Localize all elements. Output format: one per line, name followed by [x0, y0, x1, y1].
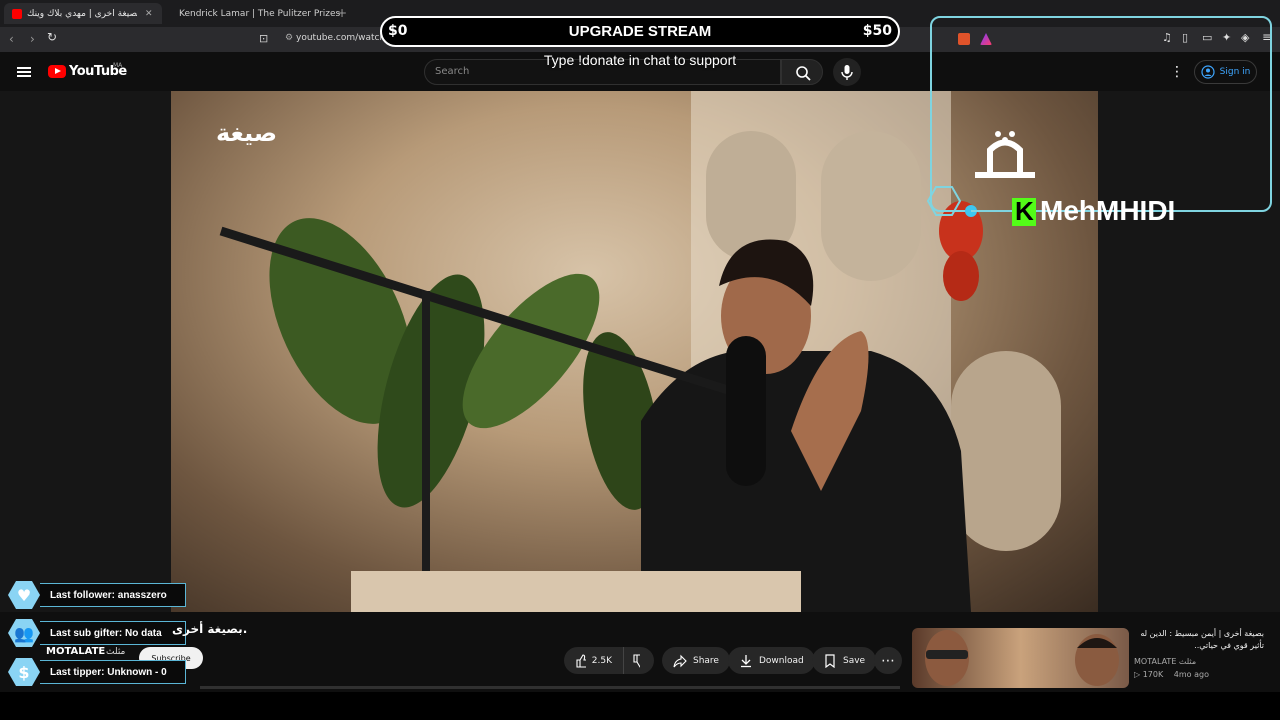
last-sub-gifter-text: Last sub gifter: No data: [40, 621, 186, 645]
download-button[interactable]: Download: [728, 647, 815, 674]
recommended-views: 170K: [1142, 670, 1164, 679]
dollar-icon: $: [8, 658, 40, 686]
like-button[interactable]: 2.5K: [564, 647, 623, 674]
last-follower-text: Last follower: anasszero: [40, 583, 186, 607]
close-tab-icon[interactable]: ✕: [145, 9, 153, 19]
voice-search-button[interactable]: [833, 58, 861, 86]
download-label: Download: [759, 655, 804, 666]
taskbar-strip: [0, 686, 1280, 720]
recommended-title[interactable]: بصيغة أخرى | أيمن مبسيط : الدين له تأثير…: [1134, 628, 1264, 652]
recommended-meta: ▷ 170K 4mo ago: [1134, 670, 1209, 679]
recommended-age: 4mo ago: [1173, 670, 1209, 679]
recommended-thumbnail[interactable]: [912, 628, 1129, 688]
play-small-icon: ▷: [1134, 670, 1143, 679]
goal-title: UPGRADE STREAM: [568, 23, 712, 40]
last-tipper-widget: $ Last tipper: Unknown - 0: [8, 658, 186, 686]
back-icon[interactable]: ‹: [9, 32, 14, 46]
tab-kendrick[interactable]: Kendrick Lamar | The Pulitzer Prizes: [166, 3, 340, 24]
thumbs-down-icon: [633, 653, 640, 668]
youtube-logo-icon[interactable]: [48, 65, 66, 78]
donate-message: Type !donate in chat to support: [543, 52, 737, 68]
dislike-button[interactable]: [623, 647, 654, 674]
microphone-icon: [841, 65, 853, 80]
forward-icon[interactable]: ›: [30, 32, 35, 46]
share-icon: [673, 654, 687, 667]
tab-title: بصيغة أخرى | مهدي بلاك وينك: [27, 8, 137, 19]
download-icon: [741, 654, 751, 667]
scrollbar-track[interactable]: [200, 686, 900, 689]
channel-name[interactable]: MOTALATE: [46, 646, 105, 657]
reload-icon[interactable]: ↻: [47, 30, 57, 44]
site-info-icon[interactable]: ⚙: [285, 33, 293, 43]
stream-goal-bar: $0 UPGRADE STREAM $50: [380, 16, 900, 47]
like-count: 2.5K: [591, 655, 612, 666]
bookmark-save-icon: [825, 653, 835, 668]
video-title: بصيغة أخرى.: [172, 622, 248, 636]
share-label: Share: [693, 655, 719, 666]
search-placeholder: Search: [435, 66, 470, 77]
more-actions-icon[interactable]: ⋯: [874, 647, 902, 674]
last-tipper-text: Last tipper: Unknown - 0: [40, 660, 186, 684]
tab-youtube[interactable]: بصيغة أخرى | مهدي بلاك وينك ✕: [4, 3, 162, 24]
show-logo: صيغة: [216, 119, 278, 147]
save-label: Save: [843, 655, 866, 666]
channel-name-arabic: مثلث: [106, 647, 126, 657]
last-follower-widget: ♥ Last follower: anasszero: [8, 581, 186, 609]
recommended-thumbnail-image: [925, 630, 1119, 686]
heart-icon: ♥: [8, 581, 40, 609]
users-icon: 👥: [8, 619, 40, 647]
hamburger-menu-icon[interactable]: [17, 67, 31, 77]
recommended-channel[interactable]: MOTALATE مثلث: [1134, 657, 1196, 666]
bookmark-icon[interactable]: ⊡: [259, 32, 268, 45]
new-tab-icon[interactable]: +: [337, 6, 347, 20]
last-sub-gifter-widget: 👥 Last sub gifter: No data: [8, 619, 186, 647]
save-button[interactable]: Save: [812, 647, 877, 674]
region-code: MA: [113, 62, 123, 69]
goal-target: $50: [862, 23, 892, 39]
video-letterbox-left: [0, 91, 171, 612]
tab-title: Kendrick Lamar | The Pulitzer Prizes: [179, 8, 341, 19]
share-button[interactable]: Share: [662, 647, 730, 674]
thumbs-up-icon: [576, 653, 586, 668]
channel-emblem-icon: [975, 131, 1035, 178]
youtube-favicon-icon: [12, 8, 22, 19]
kick-logo-icon: K: [1012, 196, 1036, 226]
hexagon-decoration-icon: [926, 186, 998, 217]
streamer-name: MehMHIDI: [1040, 195, 1176, 226]
